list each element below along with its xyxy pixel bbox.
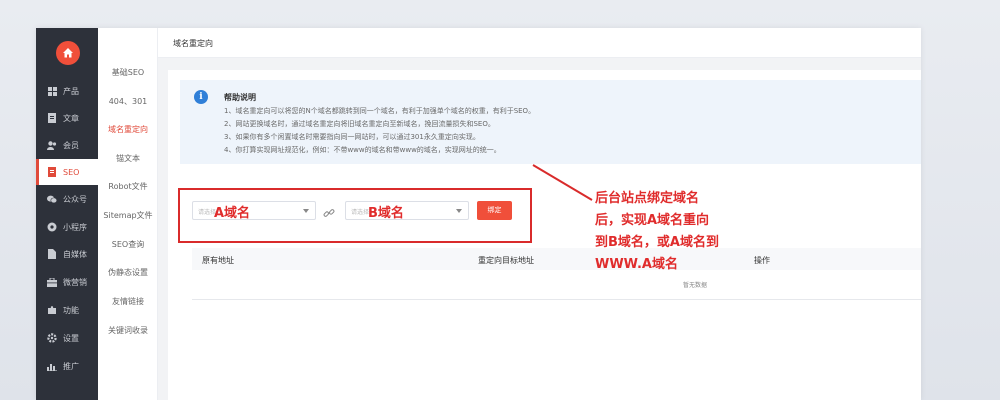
nav-item-label: 小程序 <box>63 222 87 232</box>
nav-item-seo[interactable]: SEO <box>36 159 98 185</box>
home-logo-icon[interactable] <box>56 41 80 65</box>
page-header: 域名重定向 <box>158 28 921 58</box>
nav-item-label: 公众号 <box>63 194 87 204</box>
table-body: 暂无数据 <box>192 270 921 300</box>
subnav-item-robot-file[interactable]: Robot文件 <box>98 181 158 192</box>
annotation-line: 后，实现A域名重向 <box>595 213 710 228</box>
subnav-item-seo-query[interactable]: SEO查询 <box>98 239 158 250</box>
nav-item-member[interactable]: 会员 <box>36 132 98 158</box>
nav-item-label: 产品 <box>63 86 79 96</box>
help-line: 1、域名重定向可以将您的N个域名都跳转到同一个域名，有利于加强单个域名的权重，有… <box>224 107 536 115</box>
subnav-item-basic-seo[interactable]: 基础SEO <box>98 67 158 78</box>
subnav-item-404-301[interactable]: 404、301 <box>98 96 158 107</box>
nav-item-article[interactable]: 文章 <box>36 105 98 131</box>
gear-icon <box>47 333 57 343</box>
column-original-address: 原有地址 <box>202 256 234 265</box>
source-domain-select[interactable]: 请选择 <box>192 201 316 220</box>
subnav-item-friend-links[interactable]: 友情链接 <box>98 296 158 307</box>
help-line: 4、你打算实现网址规范化，例如：不带www的域名和带www的域名，实现网址的统一… <box>224 146 501 154</box>
info-icon: i <box>194 90 208 104</box>
wechat-icon <box>47 194 57 204</box>
chevron-down-icon <box>456 209 462 213</box>
help-line: 2、网站更换域名时，通过域名重定向将旧域名重定向至新域名，挽回流量损失和SEO。 <box>224 120 495 128</box>
subnav-item-sitemap-file[interactable]: Sitemap文件 <box>98 210 158 221</box>
marketing-icon <box>47 277 57 287</box>
nav-item-label: 推广 <box>63 361 79 371</box>
nav-item-settings[interactable]: 设置 <box>36 325 98 351</box>
column-actions: 操作 <box>754 256 770 265</box>
column-redirect-target: 重定向目标地址 <box>478 256 534 265</box>
nav-item-label: SEO <box>63 167 80 177</box>
users-icon <box>47 140 57 150</box>
subnav-item-keyword-index[interactable]: 关键词收录 <box>98 325 158 336</box>
nav-item-label: 文章 <box>63 113 79 123</box>
media-file-icon <box>47 249 57 259</box>
nav-item-self-media[interactable]: 自媒体 <box>36 241 98 267</box>
nav-item-function[interactable]: 功能 <box>36 297 98 323</box>
main-nav: 产品 文章 会员 SEO 公众号 小程序 自媒体 微营销 功能 设置 推广 <box>36 28 98 400</box>
target-domain-select[interactable]: 请选择 <box>345 201 469 220</box>
page-title: 域名重定向 <box>173 39 213 48</box>
table-header: 原有地址 重定向目标地址 操作 <box>192 248 921 270</box>
nav-item-official-account[interactable]: 公众号 <box>36 186 98 212</box>
nav-item-product[interactable]: 产品 <box>36 78 98 104</box>
annotation-line: 后台站点绑定域名 <box>595 191 700 206</box>
nav-item-label: 微营销 <box>63 277 87 287</box>
nav-item-mini-program[interactable]: 小程序 <box>36 214 98 240</box>
bind-button[interactable]: 绑定 <box>477 201 512 220</box>
grid-icon <box>47 86 57 96</box>
annotation-line: WWW.A域名 <box>595 257 678 272</box>
app-window: 产品 文章 会员 SEO 公众号 小程序 自媒体 微营销 功能 设置 推广 基础… <box>36 28 921 400</box>
nav-item-micro-marketing[interactable]: 微营销 <box>36 269 98 295</box>
mini-program-icon <box>47 222 57 232</box>
chevron-down-icon <box>303 209 309 213</box>
subnav-item-pseudo-static[interactable]: 伪静态设置 <box>98 267 158 278</box>
nav-item-label: 自媒体 <box>63 249 87 259</box>
source-domain-label: A域名 <box>214 206 251 221</box>
nav-item-promotion[interactable]: 推广 <box>36 353 98 379</box>
main-content: i 帮助说明 1、域名重定向可以将您的N个域名都跳转到同一个域名，有利于加强单个… <box>168 70 921 400</box>
highlight-box: 请选择 A域名 请选择 B域名 绑定 <box>178 188 532 243</box>
sub-nav: 基础SEO 404、301 域名重定向 锚文本 Robot文件 Sitemap文… <box>98 28 158 400</box>
select-placeholder: 请选择 <box>351 209 370 216</box>
help-line: 3、如果你有多个闲置域名时需要指向同一网站时，可以通过301永久重定向实现。 <box>224 133 480 141</box>
subnav-item-domain-redirect[interactable]: 域名重定向 <box>98 124 158 135</box>
puzzle-icon <box>47 305 57 315</box>
empty-state-text: 暂无数据 <box>683 282 708 289</box>
nav-item-label: 功能 <box>63 305 79 315</box>
chart-icon <box>47 361 57 371</box>
annotation-text: 后台站点绑定域名 后，实现A域名重向 到B域名，或A域名到 WWW.A域名 <box>595 188 755 276</box>
nav-item-label: 设置 <box>63 333 79 343</box>
help-title: 帮助说明 <box>224 93 256 102</box>
annotation-line: 到B域名，或A域名到 <box>595 235 719 250</box>
target-domain-label: B域名 <box>368 206 404 221</box>
link-icon <box>323 204 335 223</box>
seo-file-icon <box>47 167 57 177</box>
document-icon <box>47 113 57 123</box>
nav-item-label: 会员 <box>63 140 79 150</box>
help-panel: i 帮助说明 1、域名重定向可以将您的N个域名都跳转到同一个域名，有利于加强单个… <box>180 80 921 164</box>
subnav-item-anchor-text[interactable]: 锚文本 <box>98 153 158 164</box>
